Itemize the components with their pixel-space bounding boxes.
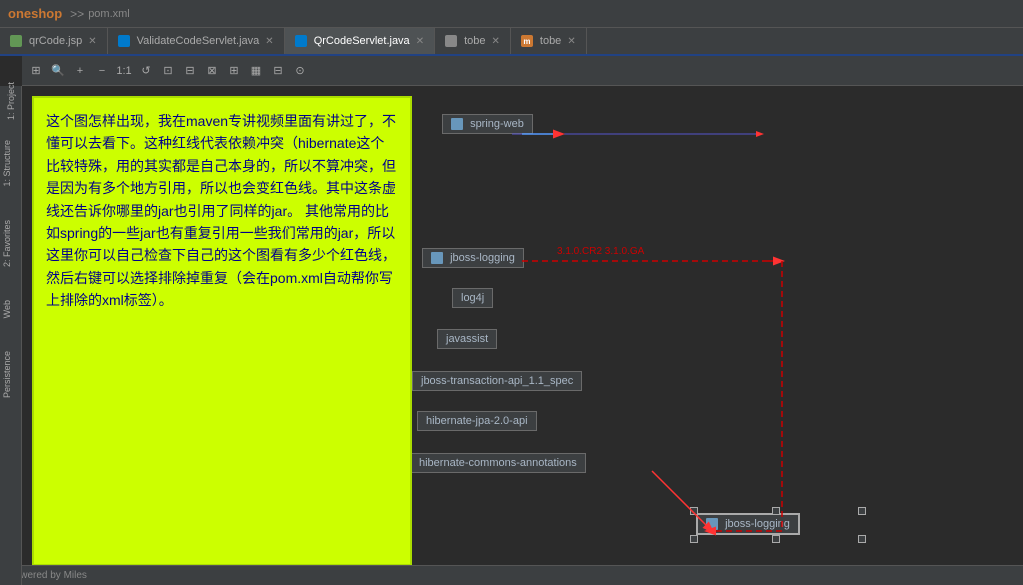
annotation-text: 这个图怎样出现，我在maven专讲视频里面有讲过了，不懂可以去看下。这种红线代表… (46, 113, 396, 308)
toolbar-btn-fit[interactable]: ⊡ (158, 61, 178, 81)
toolbar-btn-box3[interactable]: ⊞ (224, 61, 244, 81)
tab-qrcode-jsp[interactable]: qrCode.jsp ✕ (0, 28, 108, 54)
selection-handle-tl (690, 507, 698, 515)
toolbar-btn-box1[interactable]: ⊟ (180, 61, 200, 81)
node-hibernate-jpa[interactable]: hibernate-jpa-2.0-api (417, 411, 537, 431)
project-label: 1: Project (6, 82, 16, 120)
toolbar-btn-box2[interactable]: ⊠ (202, 61, 222, 81)
toolbar-btn-zoom-in[interactable]: + (70, 61, 90, 81)
tab-m-tobe[interactable]: m tobe ✕ (511, 28, 587, 54)
toolbar-btn-reset[interactable]: ↺ (136, 61, 156, 81)
toolbar-btn-actual[interactable]: 1:1 (114, 61, 134, 81)
java-icon-qr (295, 35, 307, 47)
node-spring-web[interactable]: spring-web (442, 114, 533, 134)
toolbar-btn-zoom-out[interactable]: − (92, 61, 112, 81)
node-icon-jboss-right (706, 518, 718, 530)
tab-validatecode[interactable]: ValidateCodeServlet.java ✕ (108, 28, 285, 54)
breadcrumb: pom.xml (88, 8, 130, 20)
node-javassist[interactable]: javassist (437, 329, 497, 349)
sidebar-favorites[interactable]: 2: Favorites (2, 220, 20, 270)
toolbar-btn-minus2[interactable]: ⊟ (268, 61, 288, 81)
selection-handle-bl (690, 535, 698, 543)
tab-close-4[interactable]: ✕ (567, 36, 575, 47)
m-icon: m (521, 35, 533, 47)
sidebar-web[interactable]: Web (2, 300, 20, 321)
toolbar-btn-grid2[interactable]: ▦ (246, 61, 266, 81)
tab-close-0[interactable]: ✕ (88, 36, 96, 47)
node-hibernate-commons[interactable]: hibernate-commons-annotations (410, 453, 586, 473)
tab-bar: qrCode.jsp ✕ ValidateCodeServlet.java ✕ … (0, 28, 1023, 56)
toolbar-btn-search[interactable]: 🔍 (48, 61, 68, 81)
main-content: 3.1.0.CR2 3.1.0.GA 这个图怎样出现，我在maven专讲视频里面… (22, 86, 1005, 565)
structure-label: 1: Structure (2, 140, 12, 187)
tab-close-3[interactable]: ✕ (492, 36, 500, 47)
tab-close-1[interactable]: ✕ (265, 36, 273, 47)
persistence-label: Persistence (2, 351, 12, 398)
tab-qrcodeservlet[interactable]: QrCodeServlet.java ✕ (285, 28, 435, 54)
sidebar-project[interactable]: 1: Project (2, 92, 20, 110)
svg-text:3.1.0.CR2 3.1.0.GA: 3.1.0.CR2 3.1.0.GA (557, 246, 645, 257)
node-log4j[interactable]: log4j (452, 288, 493, 308)
selection-handle-tm (772, 507, 780, 515)
web-label: Web (2, 300, 12, 318)
node-jboss-transaction[interactable]: jboss-transaction-api_1.1_spec (412, 371, 582, 391)
node-icon-jboss-left (431, 252, 443, 264)
toolbar-btn-circle[interactable]: ⊙ (290, 61, 310, 81)
favorites-label: 2: Favorites (2, 220, 12, 267)
node-jboss-logging-right[interactable]: jboss-logging (697, 514, 799, 534)
app-logo: oneshop (8, 6, 62, 21)
node-icon-spring-web (451, 118, 463, 130)
toolbar: ⊞ 🔍 + − 1:1 ↺ ⊡ ⊟ ⊠ ⊞ ▦ ⊟ ⊙ (22, 56, 1023, 86)
selection-handle-br (858, 535, 866, 543)
status-bar: Powered by Miles (0, 565, 1023, 585)
jsp-icon (10, 35, 22, 47)
tab-close-2[interactable]: ✕ (416, 36, 424, 47)
sidebar-structure[interactable]: 1: Structure (2, 140, 20, 190)
annotation-box: 这个图怎样出现，我在maven专讲视频里面有讲过了，不懂可以去看下。这种红线代表… (32, 96, 412, 565)
java-icon-validate (118, 35, 130, 47)
sidebar-persistence[interactable]: Persistence (2, 351, 20, 401)
selection-handle-tr (858, 507, 866, 515)
toolbar-btn-grid[interactable]: ⊞ (26, 61, 46, 81)
node-jboss-logging-left[interactable]: jboss-logging (422, 248, 524, 268)
title-bar: oneshop >> pom.xml (0, 0, 1023, 28)
tab-tobe[interactable]: tobe ✕ (435, 28, 511, 54)
left-sidebar: 1: Project 1: Structure 2: Favorites Web… (0, 86, 22, 585)
selection-handle-bm (772, 535, 780, 543)
tobe-icon (445, 35, 457, 47)
